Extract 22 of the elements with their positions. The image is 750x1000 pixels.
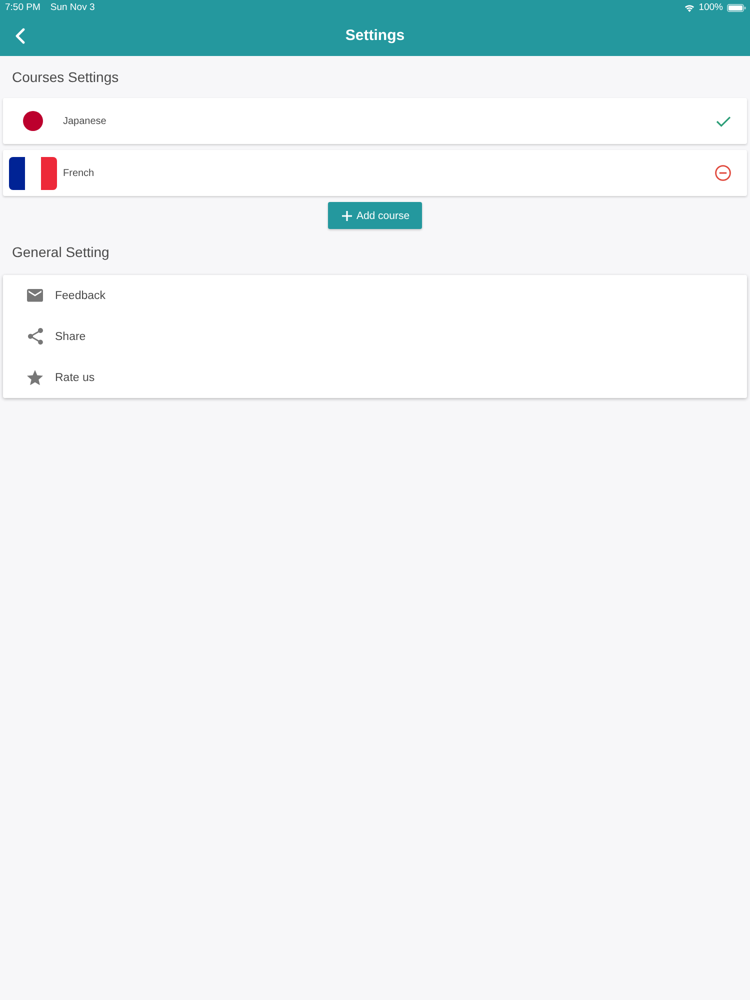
section-title: General Setting	[12, 244, 110, 260]
battery-percent: 100%	[698, 2, 723, 13]
chevron-left-icon	[15, 28, 25, 44]
menu-item[interactable]: Feedback	[3, 275, 747, 316]
course-card[interactable]: Japanese	[3, 98, 747, 144]
flag-icon	[23, 111, 43, 131]
star-icon	[27, 370, 43, 386]
menu-item[interactable]: Rate us	[3, 357, 747, 398]
remove-circle-icon[interactable]	[715, 165, 731, 181]
wifi-icon	[684, 4, 695, 12]
share-icon	[28, 328, 42, 345]
status-time: 7:50 PM	[5, 2, 40, 13]
menu-item[interactable]: Share	[3, 316, 747, 357]
page-title: Settings	[345, 27, 405, 44]
mail-icon	[27, 289, 43, 302]
section-title: Courses Settings	[12, 69, 119, 85]
plus-icon	[342, 210, 352, 220]
course-card[interactable]: French	[3, 150, 747, 196]
flag-icon	[9, 156, 57, 190]
status-date: Sun Nov 3	[50, 2, 95, 13]
battery-icon	[727, 4, 746, 12]
back-button[interactable]	[14, 28, 26, 44]
